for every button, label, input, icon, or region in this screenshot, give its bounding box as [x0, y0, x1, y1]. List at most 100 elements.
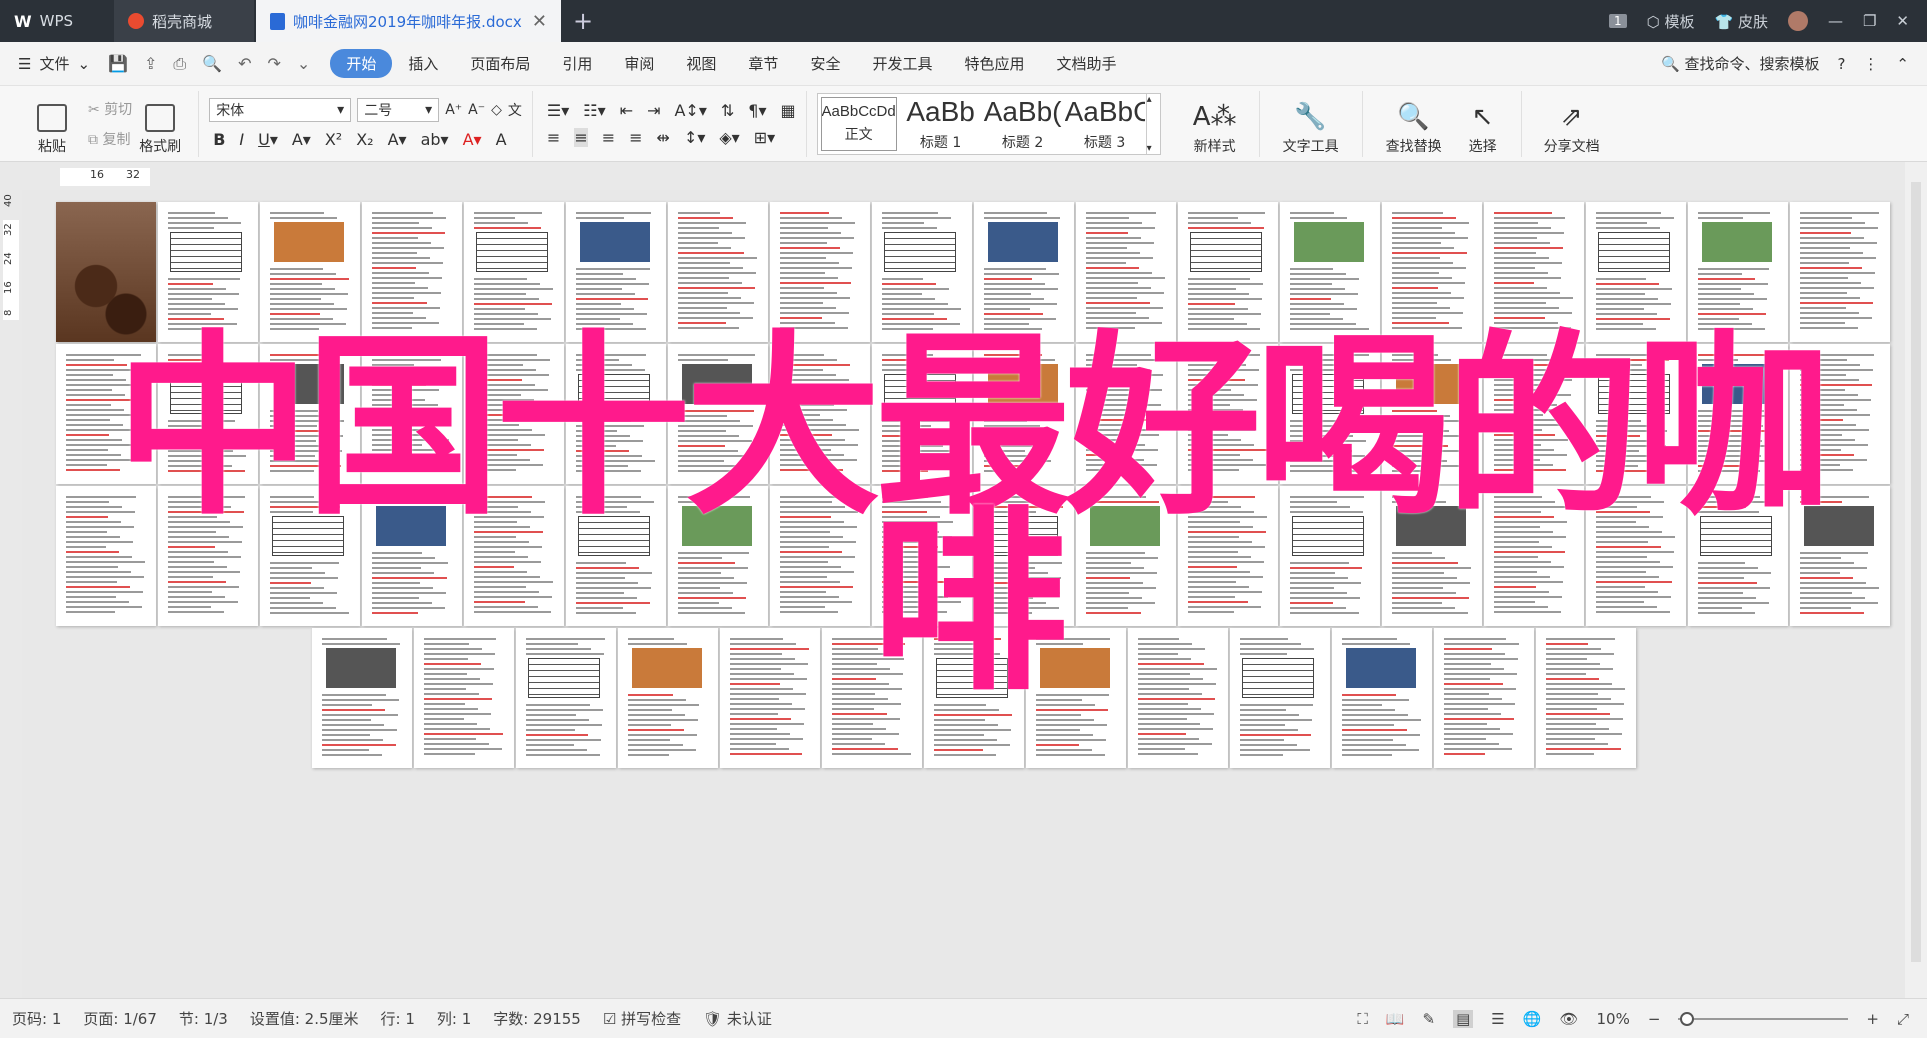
style-heading-2[interactable]: AaBb( 标题 2: [982, 94, 1064, 154]
align-right-icon[interactable]: ≡: [602, 128, 615, 147]
phonetic-icon[interactable]: 文: [508, 100, 522, 120]
style-heading-1[interactable]: AaBb 标题 1: [900, 94, 982, 154]
menu-item-features[interactable]: 特色应用: [948, 53, 1040, 74]
redo-icon[interactable]: ↷: [268, 54, 281, 74]
command-search[interactable]: 🔍 查找命令、搜索模板: [1661, 53, 1819, 74]
vertical-ruler[interactable]: 8 16 24 32 40: [0, 190, 22, 998]
outline-view-icon[interactable]: ☰: [1491, 1010, 1504, 1028]
underline-icon[interactable]: U▾: [258, 130, 278, 149]
line-spacing-icon[interactable]: ↕▾: [684, 128, 705, 147]
cut-button[interactable]: ✂ 剪切: [88, 99, 132, 119]
strikethrough-icon[interactable]: A▾: [292, 130, 311, 149]
menu-item-developer[interactable]: 开发工具: [856, 53, 948, 74]
close-window-icon[interactable]: ✕: [1896, 12, 1909, 30]
horizontal-ruler[interactable]: 16 32: [0, 162, 1927, 190]
window-count-badge[interactable]: 1: [1608, 14, 1627, 28]
grow-font-icon[interactable]: A⁺: [445, 102, 462, 118]
table-grid-icon[interactable]: ▦: [780, 101, 795, 120]
text-tools-button[interactable]: 🔧 文字工具: [1270, 92, 1352, 156]
status-setting[interactable]: 设置值: 2.5厘米: [250, 1008, 359, 1029]
char-shading-icon[interactable]: A: [496, 130, 507, 149]
decrease-indent-icon[interactable]: ⇤: [620, 101, 633, 120]
file-menu[interactable]: ☰ 文件 ⌄: [18, 53, 90, 74]
auth-status-button[interactable]: 🛡 未认证: [703, 1008, 772, 1029]
new-tab-button[interactable]: +: [561, 0, 605, 42]
shrink-font-icon[interactable]: A⁻: [468, 102, 485, 118]
align-center-icon[interactable]: ≡: [574, 127, 588, 147]
border-icon[interactable]: ⊞▾: [754, 128, 775, 147]
new-style-button[interactable]: A⁂ 新样式: [1181, 92, 1249, 156]
menu-item-assistant[interactable]: 文档助手: [1040, 53, 1132, 74]
spell-check-button[interactable]: ☑ 拼写检查: [603, 1008, 681, 1029]
italic-icon[interactable]: I: [239, 130, 244, 149]
status-col[interactable]: 列: 1: [437, 1008, 471, 1029]
sort-icon[interactable]: ⇅: [721, 101, 734, 120]
style-heading-3[interactable]: AaBbC 标题 3: [1064, 94, 1146, 154]
style-more-icon[interactable]: ▾: [1147, 143, 1160, 154]
font-name-select[interactable]: 宋体 ▾: [209, 98, 352, 122]
export-icon[interactable]: ⇪: [144, 54, 157, 74]
zoom-level[interactable]: 10%: [1596, 1010, 1629, 1028]
vertical-scrollbar[interactable]: [1905, 162, 1927, 998]
web-view-icon[interactable]: 🌐: [1523, 1010, 1542, 1028]
number-list-icon[interactable]: ☷▾: [583, 101, 605, 120]
tab-docer-store[interactable]: 稻壳商城: [114, 0, 254, 42]
style-scroll-up-icon[interactable]: ▴: [1147, 94, 1160, 105]
font-size-select[interactable]: 二号 ▾: [357, 98, 440, 122]
menu-item-view[interactable]: 视图: [670, 53, 732, 74]
menu-item-security[interactable]: 安全: [794, 53, 856, 74]
bullet-list-icon[interactable]: ☰▾: [547, 101, 569, 120]
fit-page-icon[interactable]: ⤢: [1897, 1010, 1909, 1028]
select-button[interactable]: ↖ 选择: [1455, 92, 1511, 156]
share-document-button[interactable]: ⇗ 分享文档: [1532, 92, 1612, 156]
page-view-icon[interactable]: ▤: [1453, 1009, 1474, 1028]
menu-item-insert[interactable]: 插入: [392, 53, 454, 74]
superscript-icon[interactable]: X²: [325, 130, 342, 149]
text-effect-icon[interactable]: A▾: [388, 130, 407, 149]
status-page[interactable]: 页面: 1/67: [83, 1008, 157, 1029]
avatar[interactable]: [1787, 11, 1808, 31]
menu-item-reference[interactable]: 引用: [546, 53, 608, 74]
fullscreen-icon[interactable]: ⛶: [1357, 1010, 1368, 1028]
more-icon[interactable]: ⋮: [1863, 55, 1878, 73]
format-painter-button[interactable]: 格式刷: [132, 92, 188, 156]
print-icon[interactable]: ⎙: [173, 54, 186, 74]
menu-item-layout[interactable]: 页面布局: [454, 53, 546, 74]
paste-button[interactable]: 粘贴: [24, 92, 80, 156]
status-word-count[interactable]: 字数: 29155: [493, 1008, 581, 1029]
font-color-icon[interactable]: A▾: [463, 130, 482, 149]
subscript-icon[interactable]: X₂: [356, 130, 373, 149]
template-button[interactable]: ⬡ 模板: [1647, 11, 1695, 32]
status-section[interactable]: 节: 1/3: [179, 1008, 228, 1029]
justify-icon[interactable]: ≡: [629, 128, 642, 147]
wps-tab[interactable]: W WPS: [0, 0, 112, 42]
collapse-ribbon-icon[interactable]: ⌃: [1896, 55, 1909, 73]
clear-format-icon[interactable]: ◇: [491, 102, 502, 118]
zoom-out-icon[interactable]: −: [1648, 1010, 1661, 1028]
distribute-icon[interactable]: ⇹: [657, 128, 670, 147]
text-direction-icon[interactable]: A↕▾: [674, 101, 706, 120]
close-tab-icon[interactable]: ✕: [532, 11, 547, 32]
skin-button[interactable]: 👕 皮肤: [1715, 11, 1768, 32]
zoom-in-icon[interactable]: +: [1866, 1010, 1879, 1028]
edit-mode-icon[interactable]: ✎: [1423, 1010, 1436, 1028]
shading-icon[interactable]: ◈▾: [719, 128, 739, 147]
status-page-code[interactable]: 页码: 1: [12, 1008, 61, 1029]
menu-item-start[interactable]: 开始: [330, 49, 393, 78]
highlight-icon[interactable]: ab▾: [421, 130, 449, 149]
style-normal[interactable]: AaBbCcDd 正文: [818, 94, 900, 154]
copy-button[interactable]: ⧉ 复制: [88, 129, 132, 149]
increase-indent-icon[interactable]: ⇥: [647, 101, 660, 120]
status-row[interactable]: 行: 1: [381, 1008, 415, 1029]
find-replace-button[interactable]: 🔍 查找替换: [1373, 92, 1455, 156]
bold-icon[interactable]: B: [213, 130, 225, 149]
save-icon[interactable]: 💾: [108, 54, 128, 74]
tab-document[interactable]: 咖啡金融网2019年咖啡年报.docx ✕: [256, 0, 561, 42]
minimize-icon[interactable]: —: [1828, 12, 1843, 30]
zoom-slider-knob[interactable]: [1680, 1011, 1695, 1026]
zoom-slider[interactable]: [1678, 1011, 1849, 1026]
undo-icon[interactable]: ↶: [238, 54, 251, 74]
eye-protect-icon[interactable]: 👁: [1559, 1010, 1578, 1028]
maximize-icon[interactable]: ❐: [1863, 12, 1876, 30]
scrollbar-thumb[interactable]: [1911, 182, 1921, 962]
